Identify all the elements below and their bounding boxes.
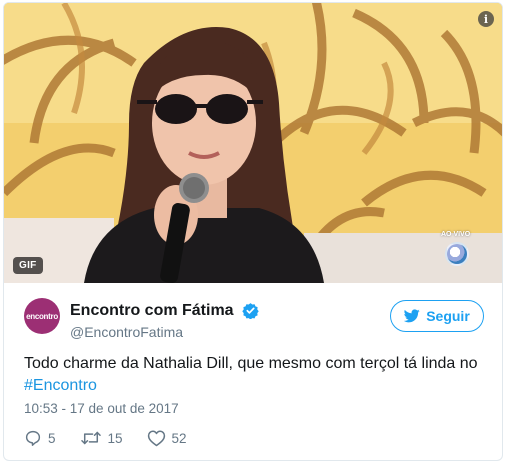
retweet-count: 15 <box>107 430 123 446</box>
reply-button[interactable]: 5 <box>24 429 56 447</box>
gif-badge: GIF <box>13 257 43 274</box>
avatar[interactable]: encontro <box>24 298 60 334</box>
tweet-text-body: Todo charme da Nathalia Dill, que mesmo … <box>24 355 478 372</box>
tweet-media-gif[interactable]: i GIF AO VIVO <box>4 3 502 283</box>
tweet-text: Todo charme da Nathalia Dill, que mesmo … <box>24 353 484 397</box>
author-display-name[interactable]: Encontro com Fátima <box>70 302 234 320</box>
tweet-header: encontro Encontro com Fátima @EncontroFa… <box>4 285 502 345</box>
twitter-bird-icon <box>404 309 420 323</box>
like-button[interactable]: 52 <box>147 429 187 447</box>
globo-logo-icon <box>445 242 469 266</box>
hashtag-link[interactable]: #Encontro <box>24 377 97 394</box>
retweet-button[interactable]: 15 <box>80 429 123 447</box>
author-handle[interactable]: @EncontroFatima <box>70 324 183 340</box>
follow-button-label: Seguir <box>426 308 470 324</box>
gif-frame-image <box>4 3 502 283</box>
follow-button[interactable]: Seguir <box>390 300 484 332</box>
tweet-card: i GIF AO VIVO encontro Encontro com Fáti… <box>3 2 503 461</box>
like-count: 52 <box>171 430 187 446</box>
reply-icon <box>25 430 41 446</box>
info-icon[interactable]: i <box>478 11 494 27</box>
tweet-timestamp[interactable]: 10:53 - 17 de out de 2017 <box>24 401 179 416</box>
reply-count: 5 <box>48 430 56 446</box>
broadcast-label: AO VIVO <box>441 231 471 238</box>
heart-icon <box>147 430 165 447</box>
retweet-icon <box>80 431 101 445</box>
verified-badge-icon <box>242 303 259 319</box>
tweet-actions: 5 15 52 <box>24 427 211 449</box>
